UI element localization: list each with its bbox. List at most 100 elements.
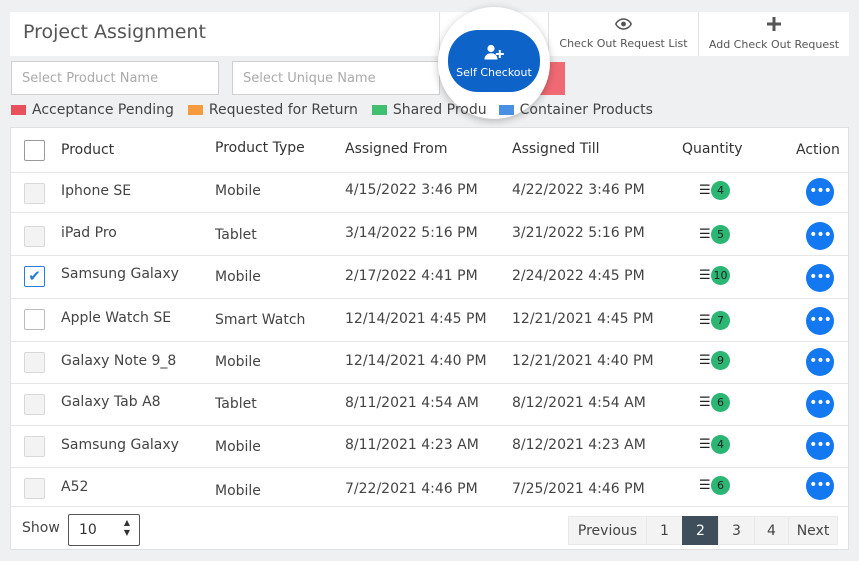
page-button-2[interactable]: 2 [682,516,719,545]
table-footer: Show 10 ▲ ▼ Previous 1 2 3 4 Next [11,507,848,550]
self-checkout-button[interactable]: Self Checkout [448,30,540,92]
row-checkbox[interactable] [24,226,45,247]
row-action-more-button[interactable]: ••• [806,472,834,500]
row-action-more-button[interactable]: ••• [806,178,834,206]
plus-icon [767,17,781,34]
page-title: Project Assignment [23,21,206,43]
row-checkbox[interactable] [24,309,45,330]
quantity-badge: 6 [711,393,730,412]
row-checkbox[interactable] [24,394,45,415]
row-checkbox[interactable] [24,352,45,373]
list-icon: ☰ [699,268,711,283]
legend-label: Acceptance Pending [32,102,174,118]
row-checkbox[interactable] [24,183,45,204]
row-checkbox[interactable] [24,436,45,457]
unique-name-select[interactable] [232,61,440,95]
legend-requested-for-return: Requested for Return [187,102,358,118]
add-checkout-request-button[interactable]: Add Check Out Request [698,12,849,56]
quantity-button[interactable]: ☰ 9 [699,351,730,371]
quantity-button[interactable]: ☰ 7 [699,311,730,331]
quantity-button[interactable]: ☰ 6 [699,393,730,413]
row-action-more-button[interactable]: ••• [806,390,834,418]
add-checkout-request-label: Add Check Out Request [708,38,840,51]
self-checkout-label: Self Checkout [456,65,532,79]
page-button-4[interactable]: 4 [754,516,789,545]
assignment-table: Product Product Type Assigned From Assig… [10,127,849,550]
quantity-badge: 5 [711,225,730,244]
column-header-product[interactable]: Product [61,142,114,158]
list-icon: ☰ [699,227,711,242]
eye-icon [614,18,633,33]
checkout-request-list-button[interactable]: Check Out Request List [548,12,698,56]
chevron-updown-icon: ▲ ▼ [123,518,130,537]
product-type: Mobile [215,439,261,455]
row-action-more-button[interactable]: ••• [806,264,834,292]
assigned-from: 8/11/2021 4:54 AM [345,395,479,411]
more-icon: ••• [809,477,832,493]
quantity-button[interactable]: ☰ 4 [699,435,730,455]
add-user-icon [484,44,504,63]
assigned-from: 12/14/2021 4:45 PM [345,311,487,327]
product-type: Tablet [215,227,257,243]
column-header-quantity[interactable]: Quantity [682,141,743,157]
assigned-from: 2/17/2022 4:41 PM [345,268,478,284]
product-type: Mobile [215,483,261,499]
quantity-badge: 9 [711,351,730,370]
assigned-till: 3/21/2022 5:16 PM [512,225,645,241]
column-header-product-type[interactable]: Product Type [215,140,305,156]
select-all-checkbox[interactable] [24,140,45,161]
next-page-button[interactable]: Next [788,516,838,545]
row-action-more-button[interactable]: ••• [806,432,834,460]
legend-label: Container Products [519,102,653,118]
quantity-button[interactable]: ☰ 6 [699,476,730,496]
quantity-button[interactable]: ☰ 4 [699,181,730,201]
assigned-till: 12/21/2021 4:45 PM [512,311,654,327]
row-action-more-button[interactable]: ••• [806,222,834,250]
column-header-action: Action [796,142,840,158]
quantity-button[interactable]: ☰ 5 [699,225,730,245]
assigned-till: 8/12/2021 4:54 AM [512,395,646,411]
more-icon: ••• [809,227,832,243]
status-legend: Acceptance Pending Requested for Return … [11,102,667,118]
assigned-from: 8/11/2021 4:23 AM [345,437,479,453]
row-checkbox[interactable] [24,478,45,499]
page-button-3[interactable]: 3 [718,516,755,545]
list-icon: ☰ [699,313,711,328]
assigned-till: 8/12/2021 4:23 AM [512,437,646,453]
page-button-1[interactable]: 1 [646,516,683,545]
quantity-button[interactable]: ☰ 10 [699,266,730,286]
product-name-select[interactable] [11,61,219,95]
column-header-assigned-from[interactable]: Assigned From [345,141,447,157]
legend-swatch [11,105,26,115]
product-name: Samsung Galaxy [61,266,179,282]
table-row: Iphone SE Mobile 4/15/2022 3:46 PM 4/22/… [11,173,848,213]
row-checkbox[interactable]: ✔ [24,266,45,287]
row-action-more-button[interactable]: ••• [806,348,834,376]
table-row: ✔ Samsung Galaxy Mobile 2/17/2022 4:41 P… [11,256,848,299]
product-name: Galaxy Tab A8 [61,394,161,410]
previous-page-button[interactable]: Previous [568,516,647,545]
list-icon: ☰ [699,183,711,198]
legend-swatch [498,105,514,115]
list-icon: ☰ [699,395,711,410]
quantity-badge: 4 [711,435,730,454]
column-header-assigned-till[interactable]: Assigned Till [512,141,600,157]
product-type: Mobile [215,269,261,285]
table-row: Apple Watch SE Smart Watch 12/14/2021 4:… [11,299,848,342]
product-name: Galaxy Note 9_8 [61,353,177,369]
product-name: Apple Watch SE [61,310,172,326]
row-action-more-button[interactable]: ••• [806,307,834,335]
more-icon: ••• [809,353,832,369]
checkout-request-list-label: Check Out Request List [559,37,688,50]
assigned-from: 12/14/2021 4:40 PM [345,353,487,369]
product-type: Tablet [215,396,257,412]
legend-swatch [187,105,203,115]
table-row: Galaxy Note 9_8 Mobile 12/14/2021 4:40 P… [11,342,848,384]
quantity-badge: 6 [711,476,730,495]
assigned-till: 7/25/2021 4:46 PM [512,481,645,497]
quantity-badge: 10 [711,266,730,285]
more-icon: ••• [809,183,832,199]
assigned-till: 12/21/2021 4:40 PM [512,353,654,369]
page-size-select[interactable]: 10 ▲ ▼ [68,514,140,546]
quantity-badge: 4 [711,181,730,200]
